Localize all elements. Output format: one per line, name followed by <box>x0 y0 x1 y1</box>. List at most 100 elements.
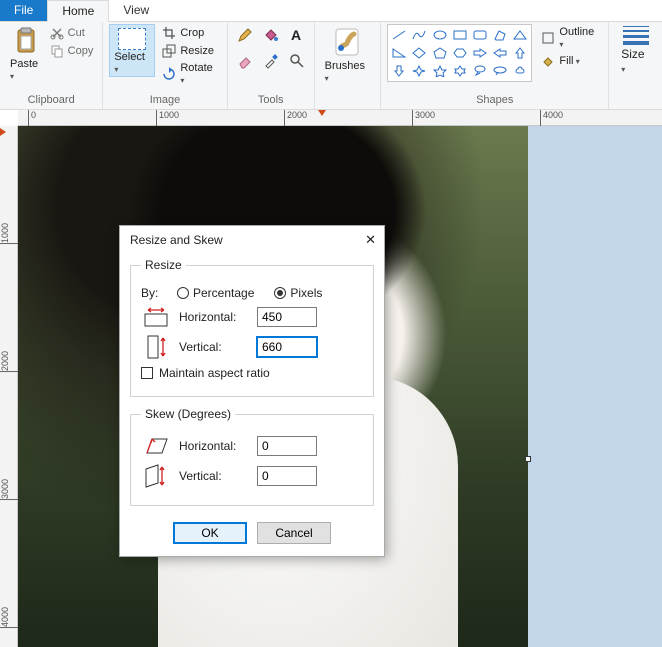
paste-label: Paste <box>10 58 43 82</box>
copy-label: Copy <box>68 45 94 57</box>
resize-button[interactable]: Resize <box>159 42 220 60</box>
shape-6star-icon[interactable] <box>451 63 469 79</box>
cut-button[interactable]: Cut <box>47 24 97 42</box>
ruler-v-tick: 4000 <box>0 605 18 628</box>
tab-file[interactable]: File <box>0 0 47 21</box>
skew-h-input[interactable] <box>257 436 317 456</box>
ruler-v-tick: 3000 <box>0 477 18 500</box>
resize-label: Resize <box>180 45 214 57</box>
pixels-radio[interactable]: Pixels <box>274 286 322 300</box>
ok-button[interactable]: OK <box>173 522 247 544</box>
brushes-button[interactable]: Brushes <box>321 24 375 86</box>
resize-h-input[interactable] <box>257 307 317 327</box>
shape-roundcallout-icon[interactable] <box>471 63 489 79</box>
group-brushes-spacer <box>321 92 375 109</box>
group-brushes: Brushes <box>315 22 382 109</box>
pencil-icon[interactable] <box>234 24 256 46</box>
shape-rarrow-icon[interactable] <box>471 45 489 61</box>
paste-button[interactable]: Paste <box>6 24 47 84</box>
fill-button[interactable]: Fill <box>538 52 602 70</box>
group-size: Size <box>609 22 662 109</box>
ribbon: Paste Cut Copy Clipboard Select <box>0 22 662 110</box>
resize-legend: Resize <box>141 258 186 272</box>
skew-v-icon <box>141 463 171 489</box>
group-image: Select Crop Resize Rotate Image <box>103 22 227 109</box>
shape-rtriangle-icon[interactable] <box>390 45 408 61</box>
shape-line-icon[interactable] <box>390 27 408 43</box>
copy-button[interactable]: Copy <box>47 42 97 60</box>
brushes-label: Brushes <box>325 60 371 84</box>
tab-view[interactable]: View <box>109 0 163 21</box>
ruler-h-marker-icon <box>318 110 326 116</box>
maintain-aspect-checkbox[interactable]: Maintain aspect ratio <box>141 366 270 380</box>
resize-handle-icon[interactable] <box>525 456 531 462</box>
resize-h-icon <box>141 306 171 328</box>
maintain-aspect-label: Maintain aspect ratio <box>159 366 270 380</box>
dialog-titlebar[interactable]: Resize and Skew ✕ <box>120 226 384 254</box>
outline-button[interactable]: Outline <box>538 24 602 52</box>
shape-cloudcallout-icon[interactable] <box>511 63 529 79</box>
shape-hexagon-icon[interactable] <box>451 45 469 61</box>
skew-h-icon <box>141 435 171 457</box>
crop-icon <box>162 26 176 40</box>
group-clipboard-label: Clipboard <box>6 92 96 109</box>
eraser-icon[interactable] <box>234 50 256 72</box>
shape-triangle-icon[interactable] <box>511 27 529 43</box>
pixels-label: Pixels <box>290 286 322 300</box>
percentage-radio[interactable]: Percentage <box>177 286 254 300</box>
shape-curve-icon[interactable] <box>410 27 428 43</box>
close-icon[interactable]: ✕ <box>346 232 376 248</box>
ruler-v-tick: 1000 <box>0 221 18 244</box>
ruler-h-tick: 2000 <box>284 110 307 126</box>
ruler-v-marker-icon <box>0 128 6 136</box>
skew-v-input[interactable] <box>257 466 317 486</box>
size-lines-icon <box>623 26 649 45</box>
clipboard-icon <box>13 26 39 56</box>
rotate-label: Rotate <box>180 62 217 86</box>
shape-darrow-icon[interactable] <box>390 63 408 79</box>
shapes-gallery[interactable] <box>387 24 532 82</box>
group-shapes: Outline Fill Shapes <box>381 22 609 109</box>
tab-bar: File Home View <box>0 0 662 22</box>
crop-button[interactable]: Crop <box>159 24 220 42</box>
bucket-icon[interactable] <box>260 24 282 46</box>
select-button[interactable]: Select <box>109 24 155 77</box>
size-button[interactable]: Size <box>615 24 656 77</box>
group-size-spacer <box>615 92 656 109</box>
dialog-title-text: Resize and Skew <box>130 233 223 247</box>
resize-icon <box>162 44 176 58</box>
shape-oval-icon[interactable] <box>431 27 449 43</box>
text-icon[interactable]: A <box>286 24 308 46</box>
shape-rect-icon[interactable] <box>451 27 469 43</box>
group-clipboard: Paste Cut Copy Clipboard <box>0 22 103 109</box>
shape-roundrect-icon[interactable] <box>471 27 489 43</box>
shape-4star-icon[interactable] <box>410 63 428 79</box>
resize-v-label: Vertical: <box>179 340 249 354</box>
rotate-button[interactable]: Rotate <box>159 60 220 88</box>
shape-diamond-icon[interactable] <box>410 45 428 61</box>
shape-5star-icon[interactable] <box>431 63 449 79</box>
resize-fieldset: Resize By: Percentage Pixels Horizontal:… <box>130 258 374 397</box>
group-shapes-label: Shapes <box>387 92 602 109</box>
shape-polygon-icon[interactable] <box>491 27 509 43</box>
skew-v-label: Vertical: <box>179 469 249 483</box>
fill-icon <box>541 54 555 68</box>
skew-h-label: Horizontal: <box>179 439 249 453</box>
percentage-label: Percentage <box>193 286 254 300</box>
cancel-button[interactable]: Cancel <box>257 522 331 544</box>
by-label: By: <box>141 286 169 300</box>
ruler-v-tick: 2000 <box>0 349 18 372</box>
zoom-icon[interactable] <box>286 50 308 72</box>
shape-uarrow-icon[interactable] <box>511 45 529 61</box>
scissors-icon <box>50 26 64 40</box>
shape-pentagon-icon[interactable] <box>431 45 449 61</box>
eyedropper-icon[interactable] <box>260 50 282 72</box>
group-tools-label: Tools <box>234 92 308 109</box>
select-marquee-icon <box>118 28 146 50</box>
resize-v-input[interactable] <box>257 337 317 357</box>
resize-skew-dialog: Resize and Skew ✕ Resize By: Percentage … <box>119 225 385 557</box>
outline-label: Outline <box>559 26 599 50</box>
shape-larrow-icon[interactable] <box>491 45 509 61</box>
tab-home[interactable]: Home <box>47 0 109 22</box>
shape-ovalcallout-icon[interactable] <box>491 63 509 79</box>
